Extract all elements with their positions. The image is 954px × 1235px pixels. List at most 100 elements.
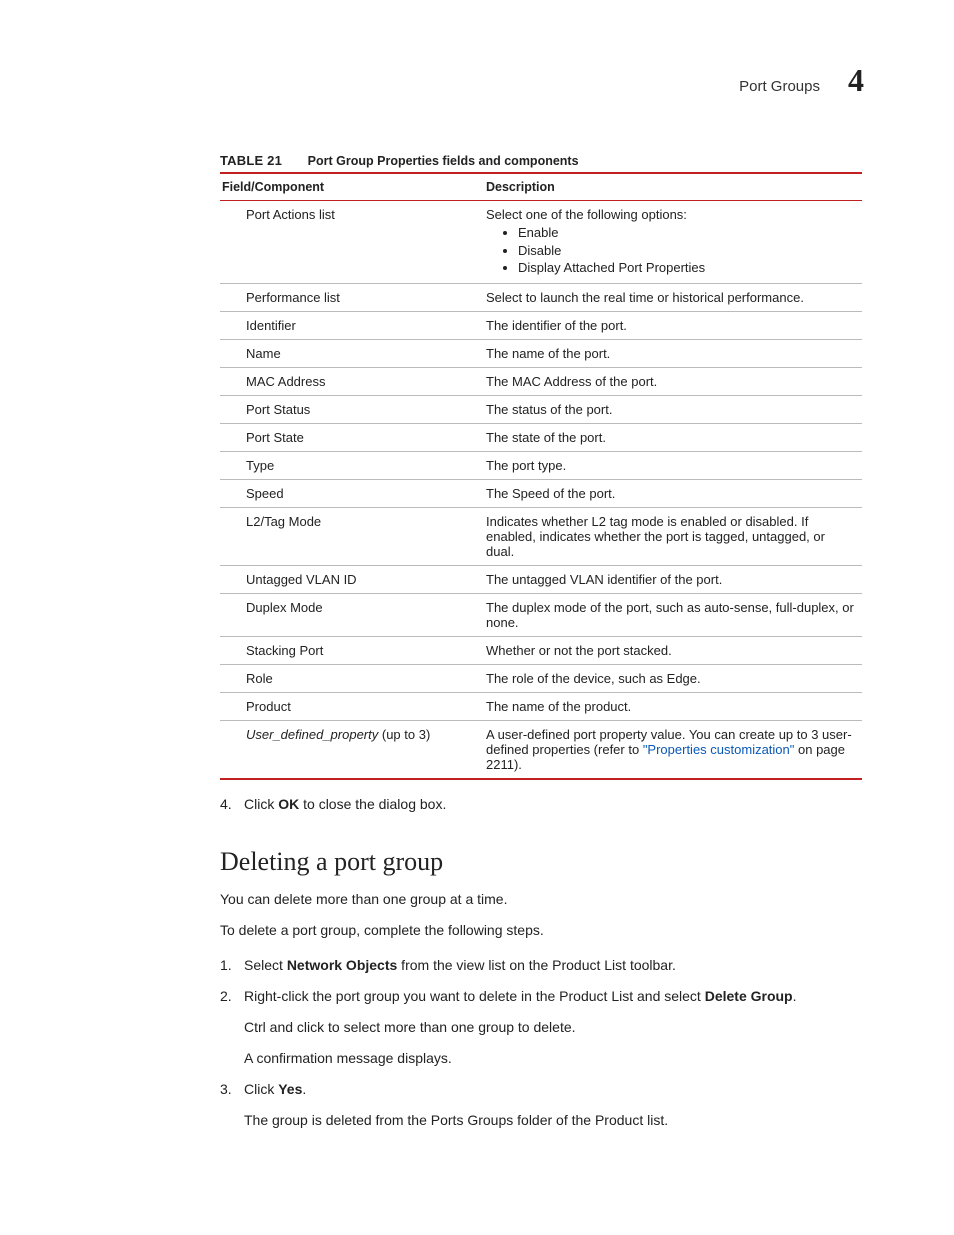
field-cell: Type (220, 451, 484, 479)
step-item: 2.Right-click the port group you want to… (220, 986, 862, 1069)
step-body: Click OK to close the dialog box. (244, 794, 446, 815)
field-cell: MAC Address (220, 367, 484, 395)
step-bold-term: Yes (278, 1081, 302, 1097)
field-cell: Name (220, 339, 484, 367)
section-intro: To delete a port group, complete the fol… (220, 920, 862, 941)
description-cell: The identifier of the port. (484, 311, 862, 339)
table-row: ProductThe name of the product. (220, 692, 862, 720)
table-header-field: Field/Component (220, 173, 484, 201)
description-cell: Whether or not the port stacked. (484, 636, 862, 664)
step-text: Click (244, 796, 278, 812)
table-row: Duplex ModeThe duplex mode of the port, … (220, 593, 862, 636)
step-body: Right-click the port group you want to d… (244, 986, 797, 1069)
step-text: . (793, 988, 797, 1004)
step-bold-term: Delete Group (705, 988, 793, 1004)
step-number: 4. (220, 794, 244, 815)
table-row: L2/Tag ModeIndicates whether L2 tag mode… (220, 507, 862, 565)
table-header-row: Field/Component Description (220, 173, 862, 201)
field-cell: Role (220, 664, 484, 692)
section-intro: You can delete more than one group at a … (220, 889, 862, 910)
table-title: Port Group Properties fields and compone… (308, 154, 579, 168)
description-cell: The port type. (484, 451, 862, 479)
description-cell: The name of the port. (484, 339, 862, 367)
step-text: Right-click the port group you want to d… (244, 988, 705, 1004)
table-row: Stacking PortWhether or not the port sta… (220, 636, 862, 664)
step-text: from the view list on the Product List t… (397, 957, 676, 973)
table-row: SpeedThe Speed of the port. (220, 479, 862, 507)
description-cell: The role of the device, such as Edge. (484, 664, 862, 692)
chapter-number: 4 (848, 62, 864, 99)
table-row: Port StateThe state of the port. (220, 423, 862, 451)
table-row: RoleThe role of the device, such as Edge… (220, 664, 862, 692)
step-bold-term: Network Objects (287, 957, 397, 973)
step-item: 1.Select Network Objects from the view l… (220, 955, 862, 976)
field-cell: Product (220, 692, 484, 720)
running-header: Port Groups 4 (90, 62, 864, 99)
step-text: Click (244, 1081, 278, 1097)
field-cell: Port State (220, 423, 484, 451)
field-cell: Identifier (220, 311, 484, 339)
description-cell: Select to launch the real time or histor… (484, 283, 862, 311)
step-item: 3.Click Yes. The group is deleted from th… (220, 1079, 862, 1131)
content-area: TABLE 21 Port Group Properties fields an… (220, 153, 862, 1131)
table-row: MAC AddressThe MAC Address of the port. (220, 367, 862, 395)
cross-reference-link[interactable]: "Properties customization" (643, 742, 795, 757)
step-text-line: Click Yes. (244, 1079, 668, 1100)
table-label: TABLE 21 (220, 153, 282, 168)
description-cell: The name of the product. (484, 692, 862, 720)
option-item: Enable (518, 224, 854, 242)
step-body: Click Yes. The group is deleted from the … (244, 1079, 668, 1131)
field-cell: Port Status (220, 395, 484, 423)
field-cell: L2/Tag Mode (220, 507, 484, 565)
table-row: TypeThe port type. (220, 451, 862, 479)
option-list: EnableDisableDisplay Attached Port Prope… (486, 224, 854, 277)
step-text: Select (244, 957, 287, 973)
table-row: Port Actions listSelect one of the follo… (220, 201, 862, 284)
step-text-line: Select Network Objects from the view lis… (244, 955, 676, 976)
field-cell: Duplex Mode (220, 593, 484, 636)
step-number: 2. (220, 986, 244, 1069)
running-title: Port Groups (739, 78, 820, 95)
properties-table: Field/Component Description Port Actions… (220, 172, 862, 780)
field-cell: Stacking Port (220, 636, 484, 664)
step-body: Select Network Objects from the view lis… (244, 955, 676, 976)
step-text-line: Right-click the port group you want to d… (244, 986, 797, 1007)
procedure-steps: 1.Select Network Objects from the view l… (220, 955, 862, 1131)
table-row: Port StatusThe status of the port. (220, 395, 862, 423)
description-cell: The Speed of the port. (484, 479, 862, 507)
field-cell: Performance list (220, 283, 484, 311)
page: Port Groups 4 TABLE 21 Port Group Proper… (0, 0, 954, 1131)
field-cell: User_defined_property (up to 3) (220, 720, 484, 779)
field-cell: Port Actions list (220, 201, 484, 284)
description-cell: The untagged VLAN identifier of the port… (484, 565, 862, 593)
step-text: . (302, 1081, 306, 1097)
ok-label: OK (278, 796, 299, 812)
description-cell: The duplex mode of the port, such as aut… (484, 593, 862, 636)
field-cell: Untagged VLAN ID (220, 565, 484, 593)
description-cell: The state of the port. (484, 423, 862, 451)
table-caption: TABLE 21 Port Group Properties fields an… (220, 153, 862, 168)
description-cell: The MAC Address of the port. (484, 367, 862, 395)
description-cell: A user-defined port property value. You … (484, 720, 862, 779)
description-cell: Select one of the following options:Enab… (484, 201, 862, 284)
table-row: Performance listSelect to launch the rea… (220, 283, 862, 311)
option-item: Disable (518, 242, 854, 260)
step-extra-text: A confirmation message displays. (244, 1048, 797, 1069)
description-cell: The status of the port. (484, 395, 862, 423)
table-header-description: Description (484, 173, 862, 201)
table-row: NameThe name of the port. (220, 339, 862, 367)
description-cell: Indicates whether L2 tag mode is enabled… (484, 507, 862, 565)
option-item: Display Attached Port Properties (518, 259, 854, 277)
post-table-steps: 4. Click OK to close the dialog box. (220, 794, 862, 815)
step-number: 3. (220, 1079, 244, 1131)
step-number: 1. (220, 955, 244, 976)
field-suffix: (up to 3) (378, 727, 430, 742)
table-row: IdentifierThe identifier of the port. (220, 311, 862, 339)
step-item: 4. Click OK to close the dialog box. (220, 794, 862, 815)
step-extra-text: Ctrl and click to select more than one g… (244, 1017, 797, 1038)
step-extra-text: The group is deleted from the Ports Grou… (244, 1110, 668, 1131)
field-cell: Speed (220, 479, 484, 507)
table-row: Untagged VLAN IDThe untagged VLAN identi… (220, 565, 862, 593)
table-row: User_defined_property (up to 3)A user-de… (220, 720, 862, 779)
section-heading: Deleting a port group (220, 847, 862, 877)
